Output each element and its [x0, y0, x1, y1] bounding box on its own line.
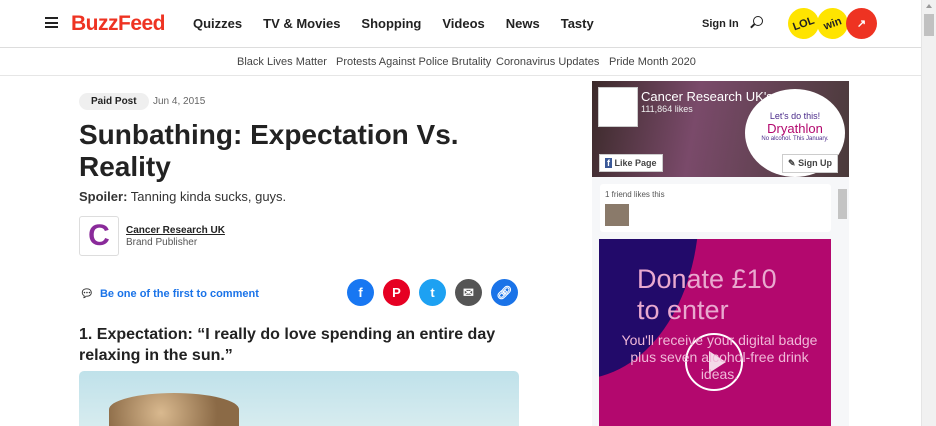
desc-label: Spoiler:: [79, 189, 128, 204]
publisher-role: Brand Publisher: [126, 237, 198, 248]
nav-tv-movies[interactable]: TV & Movies: [263, 16, 340, 31]
share-email-button[interactable]: ✉: [455, 279, 482, 306]
friends-box: 1 friend likes this: [600, 184, 831, 232]
paid-post-badge: Paid Post: [79, 93, 149, 110]
facebook-cover[interactable]: Let's do this! Dryathlon No alcohol. Thi…: [592, 81, 849, 177]
cover-line1: Let's do this!: [769, 111, 821, 121]
share-pinterest-button[interactable]: P: [383, 279, 410, 306]
nav-news[interactable]: News: [506, 16, 540, 31]
comment-link[interactable]: 💬︎ Be one of the first to comment: [80, 287, 259, 301]
desc-text: Tanning kinda sucks, guys.: [130, 189, 287, 204]
comment-icon: 💬︎: [80, 288, 94, 300]
page-scrollbar[interactable]: [921, 0, 936, 426]
comment-label: Be one of the first to comment: [99, 287, 259, 300]
friends-text: 1 friend likes this: [605, 190, 665, 199]
trending-icon[interactable]: ↗: [846, 8, 877, 39]
friend-avatar[interactable]: [605, 204, 629, 226]
post-date: Jun 4, 2015: [153, 96, 206, 107]
pencil-icon: ✎: [788, 158, 796, 168]
like-page-button[interactable]: f Like Page: [599, 154, 663, 172]
menu-icon[interactable]: [45, 17, 58, 28]
section-heading: 1. Expectation: “I really do love spendi…: [79, 326, 496, 364]
topic-link[interactable]: Black Lives Matter: [237, 56, 327, 68]
sign-in-link[interactable]: Sign In: [702, 18, 739, 30]
cover-brand: Dryathlon: [767, 121, 823, 136]
video-ad[interactable]: Donate £10 to enter You'll receive your d…: [599, 239, 831, 426]
facebook-icon: f: [605, 158, 612, 168]
nav-shopping[interactable]: Shopping: [361, 16, 421, 31]
main-nav: Quizzes TV & Movies Shopping Videos News…: [193, 16, 615, 31]
topic-link[interactable]: Pride Month 2020: [609, 56, 696, 68]
copy-link-button[interactable]: 🔗︎: [491, 279, 518, 306]
ad-body: You'll receive your digital badge plus s…: [621, 332, 818, 382]
nav-videos[interactable]: Videos: [442, 16, 484, 31]
nav-tasty[interactable]: Tasty: [561, 16, 594, 31]
share-twitter-button[interactable]: t: [419, 279, 446, 306]
ad-headline: Donate £10 to enter: [637, 264, 777, 326]
share-facebook-button[interactable]: f: [347, 279, 374, 306]
nav-quizzes[interactable]: Quizzes: [193, 16, 242, 31]
ad-headline2: to enter: [637, 295, 729, 325]
search-icon[interactable]: [753, 16, 763, 26]
article-image: [79, 371, 519, 426]
topic-bar: Black Lives Matter Protests Against Poli…: [0, 48, 921, 76]
publisher-avatar[interactable]: C: [79, 216, 119, 256]
article-description: Spoiler: Tanning kinda sucks, guys.: [79, 189, 286, 204]
facebook-page-widget: Let's do this! Dryathlon No alcohol. Thi…: [592, 81, 849, 426]
page-logo[interactable]: [598, 87, 638, 127]
page-title: Sunbathing: Expectation Vs. Reality: [79, 119, 459, 182]
ad-headline1: Donate £10: [637, 264, 777, 294]
topic-link[interactable]: Coronavirus Updates: [496, 56, 599, 68]
like-page-label: Like Page: [614, 158, 657, 168]
topic-link[interactable]: Protests Against Police Brutality: [336, 56, 491, 68]
publisher-name[interactable]: Cancer Research UK: [126, 225, 225, 236]
sign-up-button[interactable]: ✎ Sign Up: [782, 154, 839, 173]
cover-line2: No alcohol. This January.: [761, 136, 829, 142]
top-header: BuzzFeed Quizzes TV & Movies Shopping Vi…: [0, 0, 921, 48]
fb-likes: 111,864 likes: [641, 104, 693, 114]
widget-scrollbar[interactable]: [835, 177, 849, 426]
fb-page-name[interactable]: Cancer Research UK's Dryat...: [641, 89, 818, 104]
buzzfeed-logo[interactable]: BuzzFeed: [71, 12, 166, 36]
sign-up-label: Sign Up: [798, 158, 833, 168]
